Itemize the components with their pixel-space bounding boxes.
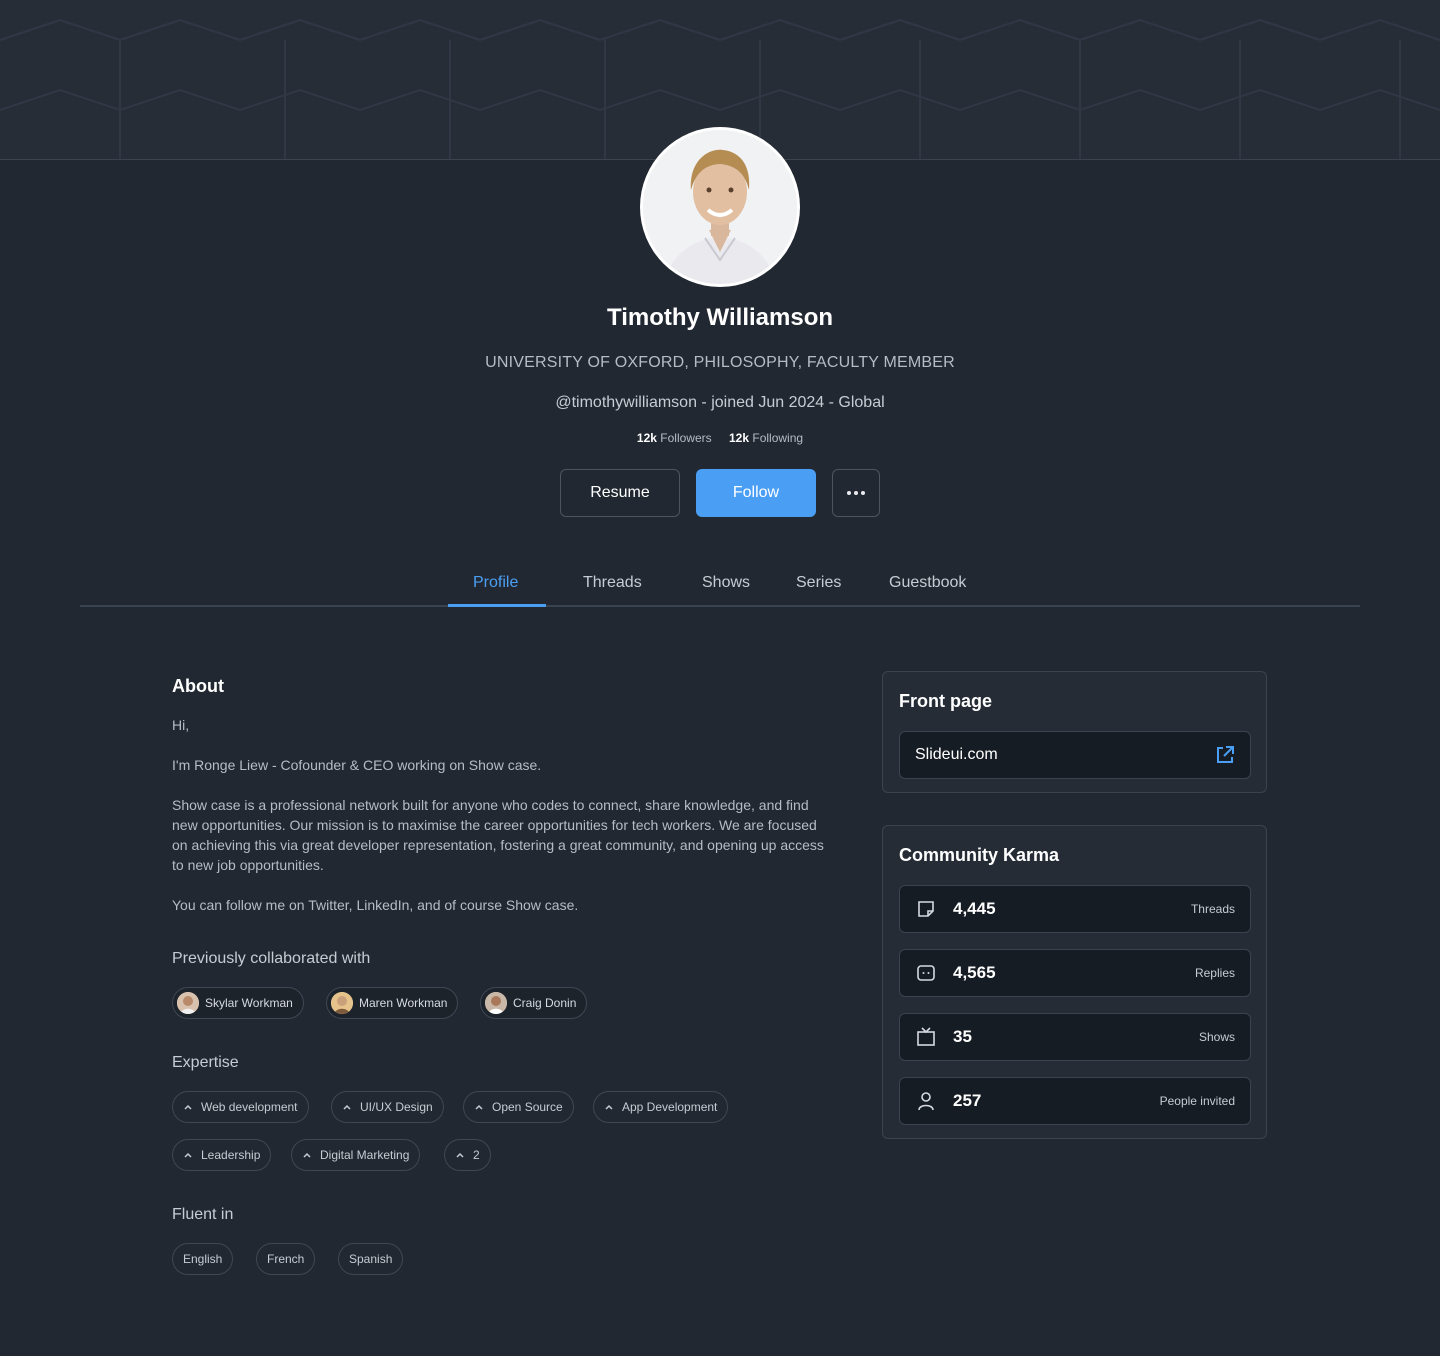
more-horizontal-icon	[847, 491, 865, 495]
languages-title: Fluent in	[172, 1206, 234, 1223]
community-karma-card: Community Karma 4,445 Threads 4,565 Repl…	[882, 825, 1267, 1139]
collaborator-name: Maren Workman	[359, 996, 448, 1010]
tab-shows[interactable]: Shows	[702, 574, 750, 592]
expertise-label: Leadership	[201, 1148, 261, 1162]
external-link-icon[interactable]	[1215, 745, 1235, 765]
about-paragraph: Hi,	[172, 717, 190, 733]
collaborator-chip[interactable]: Maren Workman	[326, 987, 459, 1019]
karma-row-shows[interactable]: 35 Shows	[899, 1013, 1251, 1061]
karma-row-threads[interactable]: 4,445 Threads	[899, 885, 1251, 933]
active-tab-indicator	[448, 604, 546, 607]
karma-row-people-invited[interactable]: 257 People invited	[899, 1077, 1251, 1125]
expertise-label: Open Source	[492, 1100, 563, 1114]
followers-count: 12k	[636, 431, 657, 445]
tab-profile[interactable]: Profile	[473, 574, 518, 592]
profile-meta: @timothywilliamson - joined Jun 2024 - G…	[555, 394, 885, 411]
tab-series[interactable]: Series	[796, 574, 841, 592]
language-tag[interactable]: Spanish	[338, 1243, 404, 1275]
karma-value: 4,445	[953, 899, 996, 918]
following-stat[interactable]: 12k Following	[729, 431, 803, 445]
expertise-label: UI/UX Design	[360, 1100, 433, 1114]
avatar-portrait	[643, 130, 797, 284]
front-page-url: Slideui.com	[915, 746, 998, 763]
avatar	[177, 992, 199, 1014]
chevron-up-icon	[343, 1104, 351, 1110]
profile-headline: UNIVERSITY OF OXFORD, PHILOSOPHY, FACULT…	[485, 354, 955, 371]
thread-note-icon	[918, 901, 934, 917]
karma-value: 257	[953, 1091, 982, 1110]
reply-bubble-icon	[917, 965, 935, 981]
collaborator-chip[interactable]: Skylar Workman	[172, 987, 304, 1019]
follow-button[interactable]: Follow	[696, 469, 816, 517]
chevron-up-icon	[475, 1104, 483, 1110]
followers-label: Followers	[660, 431, 712, 445]
following-label: Following	[752, 431, 804, 445]
expertise-label: Web development	[201, 1100, 298, 1114]
expertise-title: Expertise	[172, 1054, 239, 1071]
chevron-up-icon	[456, 1152, 464, 1158]
collaborator-name: Skylar Workman	[205, 996, 293, 1010]
avatar	[485, 992, 507, 1014]
karma-label: Replies	[1194, 966, 1235, 980]
karma-label: Threads	[1190, 902, 1235, 916]
front-page-card: Front page Slideui.com	[882, 671, 1267, 793]
expertise-label: Digital Marketing	[320, 1148, 410, 1162]
expertise-tag[interactable]: Leadership	[172, 1139, 272, 1171]
chevron-up-icon	[605, 1104, 613, 1110]
resume-button[interactable]: Resume	[560, 469, 680, 517]
avatar	[331, 992, 353, 1014]
collaborators-title: Previously collaborated with	[172, 950, 371, 967]
expertise-tag[interactable]: App Development	[593, 1091, 729, 1123]
front-page-link[interactable]: Slideui.com	[899, 731, 1251, 779]
about-title: About	[172, 676, 224, 696]
tab-threads[interactable]: Threads	[583, 574, 642, 592]
language-tag[interactable]: English	[172, 1243, 234, 1275]
collaborator-chip[interactable]: Craig Donin	[480, 987, 588, 1019]
expertise-label: 2	[473, 1148, 480, 1162]
tab-guestbook[interactable]: Guestbook	[889, 574, 966, 592]
expertise-label: App Development	[622, 1100, 718, 1114]
karma-value: 4,565	[953, 963, 996, 982]
more-options-button[interactable]	[832, 469, 880, 517]
expertise-tag[interactable]: Digital Marketing	[291, 1139, 421, 1171]
user-icon	[918, 1092, 934, 1111]
following-count: 12k	[729, 431, 750, 445]
profile-name: Timothy Williamson	[606, 304, 834, 331]
karma-title: Community Karma	[899, 845, 1060, 865]
language-tag[interactable]: French	[256, 1243, 316, 1275]
expertise-tag[interactable]: Open Source	[463, 1091, 574, 1123]
karma-label: Shows	[1198, 1030, 1235, 1044]
expertise-tag[interactable]: UI/UX Design	[331, 1091, 444, 1123]
about-paragraph: Show case is a professional network buil…	[172, 797, 824, 873]
front-page-title: Front page	[899, 691, 992, 711]
chevron-up-icon	[184, 1104, 192, 1110]
followers-stat[interactable]: 12k Followers	[637, 431, 712, 445]
follow-stats: 12k Followers 12k Following	[0, 431, 1440, 445]
about-paragraph: You can follow me on Twitter, LinkedIn, …	[172, 897, 579, 913]
karma-label: People invited	[1159, 1094, 1235, 1108]
chevron-up-icon	[303, 1152, 311, 1158]
expertise-tag[interactable]: Web development	[172, 1091, 309, 1123]
chevron-up-icon	[184, 1152, 192, 1158]
tabs-divider	[80, 605, 1360, 607]
profile-avatar[interactable]	[640, 127, 800, 287]
expertise-more-tag[interactable]: 2	[444, 1139, 491, 1171]
about-paragraph: I'm Ronge Liew - Cofounder & CEO working…	[172, 757, 542, 773]
collaborator-name: Craig Donin	[513, 996, 577, 1010]
karma-row-replies[interactable]: 4,565 Replies	[899, 949, 1251, 997]
karma-value: 35	[953, 1027, 972, 1046]
tv-icon	[917, 1027, 935, 1046]
